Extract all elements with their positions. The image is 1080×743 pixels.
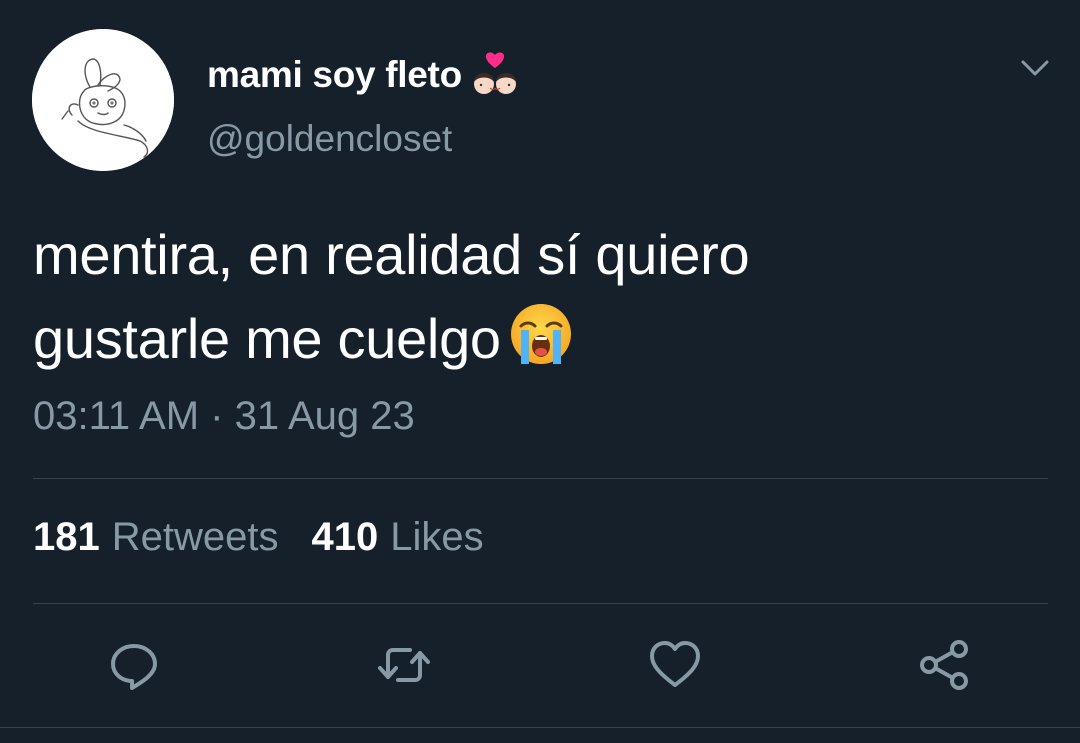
divider <box>33 603 1048 604</box>
like-button[interactable] <box>645 630 705 700</box>
retweets-label: Retweets <box>111 515 279 559</box>
likes-count: 410 <box>311 515 379 559</box>
tweet-text-line: mentira, en realidad sí quiero <box>33 223 750 286</box>
tweet-stats: 181 Retweets 410 Likes <box>33 515 484 560</box>
likes-stat[interactable]: 410 Likes <box>312 515 484 560</box>
divider <box>33 478 1048 479</box>
display-name-row: mami soy fleto <box>207 50 520 100</box>
tweet-text-line: gustarle me cuelgo <box>33 297 1033 381</box>
avatar[interactable] <box>32 29 174 171</box>
retweet-icon <box>378 648 430 682</box>
tweet-text: mentira, en realidad sí quiero gustarle … <box>33 213 1033 381</box>
tweet-text-segment: gustarle me cuelgo <box>33 307 501 370</box>
share-icon <box>920 640 968 690</box>
kissing-couple-emoji <box>473 52 516 94</box>
reply-button[interactable] <box>104 630 164 700</box>
tweet-actions <box>0 630 1080 700</box>
divider <box>0 727 1080 728</box>
user-handle[interactable]: @goldencloset <box>207 118 452 160</box>
likes-label: Likes <box>390 515 484 559</box>
like-icon <box>650 641 700 687</box>
loudly-crying-face-emoji <box>510 304 571 364</box>
reply-icon <box>111 644 157 690</box>
tweet-timestamp[interactable]: 03:11 AM · 31 Aug 23 <box>33 394 415 439</box>
retweet-button[interactable] <box>374 630 434 700</box>
share-button[interactable] <box>915 630 975 700</box>
retweets-count: 181 <box>33 515 100 559</box>
tweet-detail: mami soy fleto @goldencloset mentira, en… <box>0 0 1080 743</box>
bunny-drawing-avatar <box>32 29 174 171</box>
display-name[interactable]: mami soy fleto <box>207 54 462 96</box>
retweets-stat[interactable]: 181 Retweets <box>33 515 279 560</box>
chevron-down-icon[interactable] <box>1018 56 1052 80</box>
